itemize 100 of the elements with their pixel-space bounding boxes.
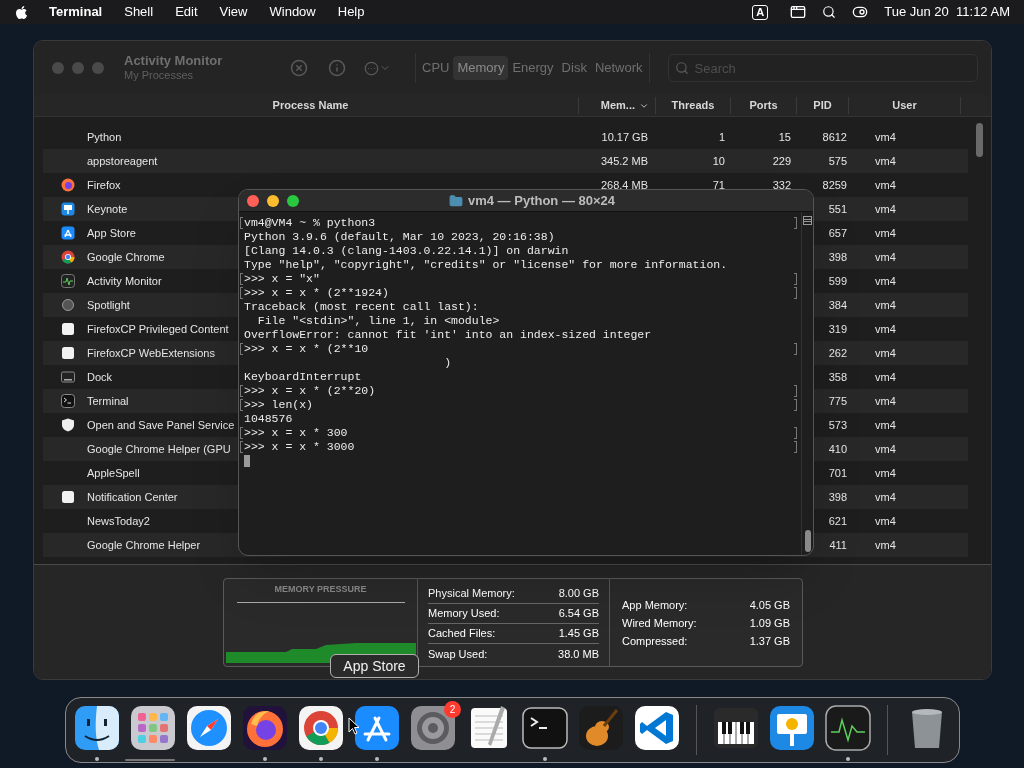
prompt-mark-icon <box>794 399 797 411</box>
close-button[interactable] <box>247 194 259 207</box>
stat-label: Swap Used: <box>428 646 488 662</box>
menu-item[interactable]: Edit <box>175 2 198 22</box>
pid-value: 358 <box>828 370 847 383</box>
dock-icon <box>61 370 75 384</box>
pid-value: 410 <box>828 442 847 455</box>
column-header[interactable]: Ports <box>731 97 797 114</box>
column-header[interactable]: User <box>849 97 961 114</box>
stat-value: 38.0 MB <box>558 646 599 662</box>
apple-icon[interactable] <box>14 4 29 20</box>
prompt-mark-icon <box>794 385 797 397</box>
terminal-line: >>> x = x * 300 <box>244 426 348 439</box>
terminal-line: ) <box>443 356 452 369</box>
column-header[interactable]: Mem... <box>579 97 656 114</box>
user-name: vm4 <box>875 394 896 407</box>
user-name: vm4 <box>875 322 896 335</box>
pointer-icon <box>348 717 360 735</box>
user-name: vm4 <box>875 418 896 431</box>
input-source-indicator[interactable]: A <box>752 4 769 20</box>
memory-value: 10.17 GB <box>601 130 648 143</box>
stat-value: 1.45 GB <box>558 626 599 642</box>
process-name: Spotlight <box>87 298 130 311</box>
presentation-icon <box>768 704 816 752</box>
dock-item[interactable]: 2 <box>407 701 459 761</box>
menu-item[interactable]: Shell <box>124 2 154 22</box>
user-name: vm4 <box>875 202 896 215</box>
process-name: NewsToday2 <box>87 514 150 527</box>
prompt-mark-icon <box>240 217 243 229</box>
terminal-line: 1048576 <box>244 412 293 425</box>
process-name: Firefox <box>87 178 121 191</box>
prompt-mark-icon <box>240 427 243 439</box>
compass-icon <box>185 704 233 752</box>
process-name: Activity Monitor <box>87 274 162 287</box>
document-icon <box>61 490 75 504</box>
search-icon <box>674 61 689 75</box>
prompt-mark-icon <box>794 273 797 285</box>
menu-item[interactable]: Window <box>269 2 316 22</box>
prompt-mark-icon <box>794 287 797 299</box>
process-name: Google Chrome Helper <box>87 538 201 551</box>
stat-value: 1.09 GB <box>749 615 790 631</box>
user-name: vm4 <box>875 250 896 263</box>
panel-title: MEMORY PRESSURE <box>274 583 367 596</box>
user-name: vm4 <box>875 298 896 311</box>
firefox-icon <box>61 178 75 192</box>
stat-value: 6.54 GB <box>558 606 599 622</box>
pid-value: 262 <box>828 346 847 359</box>
pid-value: 8612 <box>822 130 847 143</box>
user-name: vm4 <box>875 178 896 191</box>
activity-monitor-icon <box>61 274 75 288</box>
view-tab[interactable]: Memory <box>453 56 509 80</box>
process-name: Google Chrome <box>87 250 165 263</box>
pid-value: 701 <box>828 466 847 479</box>
control-center-icon[interactable] <box>852 4 869 20</box>
app-store-icon <box>61 226 75 240</box>
stat-value: 4.05 GB <box>749 597 790 613</box>
scrollbar[interactable] <box>976 123 983 157</box>
text-cursor <box>244 455 250 467</box>
clock[interactable]: Tue Jun 20 11:12 AM <box>884 2 1010 22</box>
process-name: FirefoxCP WebExtensions <box>87 346 215 359</box>
pid-value: 599 <box>828 274 847 287</box>
gear-icon <box>409 704 457 752</box>
document-icon <box>61 322 75 336</box>
menu-item[interactable]: View <box>219 2 248 22</box>
prompt-mark-icon <box>240 273 243 285</box>
column-header[interactable]: Threads <box>656 97 731 114</box>
stat-label: Wired Memory: <box>622 615 697 631</box>
pid-value: 411 <box>829 538 847 551</box>
process-name: Notification Center <box>87 490 178 503</box>
pid-value: 657 <box>828 226 847 239</box>
code-editor-icon <box>633 704 681 752</box>
prompt-mark-icon <box>794 427 797 439</box>
column-header[interactable]: Process Name <box>43 97 579 114</box>
process-name: Open and Save Panel Service <box>87 418 235 431</box>
terminal-line: vm4@VM4 ~ % python3 <box>244 216 376 229</box>
app-menu[interactable]: Terminal <box>49 2 103 22</box>
user-name: vm4 <box>875 154 896 167</box>
user-name: vm4 <box>875 466 896 479</box>
minimize-button[interactable] <box>267 194 279 207</box>
menu-item[interactable]: Help <box>337 2 365 22</box>
tooltip: App Store <box>330 654 419 678</box>
prompt-mark-icon <box>794 441 797 453</box>
search-icon[interactable] <box>822 5 837 19</box>
notification-badge: 2 <box>444 701 461 718</box>
folder-icon <box>449 193 463 208</box>
process-name: App Store <box>87 226 136 239</box>
split-pane-icon[interactable] <box>803 216 812 225</box>
window-subtitle: My Processes <box>124 68 195 82</box>
column-header[interactable]: PID <box>797 97 849 114</box>
terminal-line: Python 3.9.6 (default, Mar 10 2023, 20:16:38) <box>244 230 555 243</box>
process-name: appstoreagent <box>87 154 158 167</box>
user-name: vm4 <box>875 442 896 455</box>
activity-monitor-icon <box>824 704 872 752</box>
scrollbar[interactable] <box>804 530 811 552</box>
zoom-button[interactable] <box>287 194 299 207</box>
user-name: vm4 <box>875 274 896 287</box>
pid-value: 621 <box>828 514 847 527</box>
terminal-line: File "<stdin>", line 1, in <module> <box>256 314 500 327</box>
memory-value: 268.4 MB <box>600 178 648 191</box>
windows-icon[interactable] <box>790 4 807 20</box>
